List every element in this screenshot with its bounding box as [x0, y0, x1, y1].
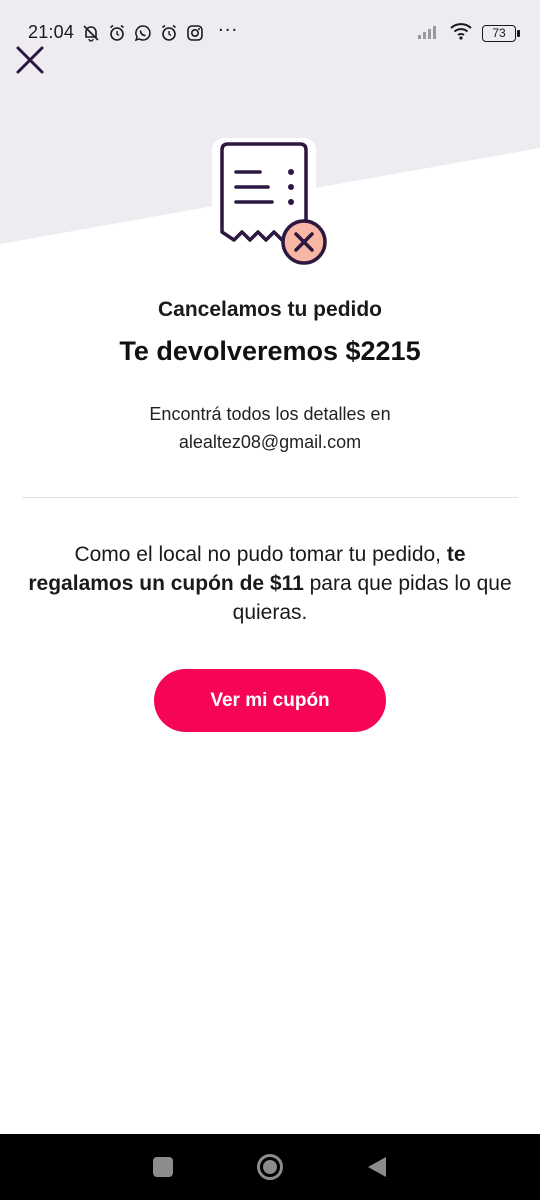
- view-coupon-button[interactable]: Ver mi cupón: [154, 669, 386, 732]
- alarm-icon: [108, 24, 126, 42]
- more-notifications-icon: ···: [218, 20, 239, 41]
- recents-icon: [153, 1157, 174, 1177]
- close-icon: [16, 46, 44, 74]
- refund-amount: Te devolveremos $2215: [119, 336, 421, 366]
- status-left: 21:04 ···: [28, 20, 239, 43]
- details-email: alealtez08@gmail.com: [178, 432, 362, 452]
- screen: 21:04 ··· 73 Cancelamos tu pedido Te dev…: [0, 0, 540, 1200]
- details-text: Encontrá todos los detalles en alealtez0…: [0, 400, 540, 456]
- home-icon: [256, 1154, 283, 1180]
- status-right: 73: [418, 22, 520, 45]
- coupon-message-prefix: Como el local no pudo tomar tu pedido,: [74, 543, 447, 566]
- recents-button[interactable]: [148, 1152, 178, 1182]
- wifi-icon: [450, 22, 472, 45]
- alarm-icon: [160, 24, 178, 42]
- divider: [22, 497, 518, 498]
- coupon-message: Como el local no pudo tomar tu pedido, t…: [28, 540, 512, 627]
- signal-icon: [418, 23, 440, 44]
- instagram-icon: [186, 24, 204, 42]
- status-time: 21:04: [28, 22, 75, 42]
- back-button[interactable]: [362, 1152, 392, 1182]
- whatsapp-icon: [134, 24, 152, 42]
- details-line: Encontrá todos los detalles en: [149, 404, 391, 424]
- muted-bell-icon: [82, 24, 100, 42]
- home-button[interactable]: [255, 1152, 285, 1182]
- battery-indicator: 73: [482, 25, 520, 42]
- receipt-cancel-icon: [212, 138, 327, 265]
- close-button[interactable]: [12, 42, 48, 78]
- page-title: Cancelamos tu pedido: [157, 298, 383, 321]
- system-navigation-bar: [0, 1134, 540, 1200]
- status-bar: 21:04 ··· 73: [0, 0, 540, 66]
- back-icon: [367, 1157, 386, 1177]
